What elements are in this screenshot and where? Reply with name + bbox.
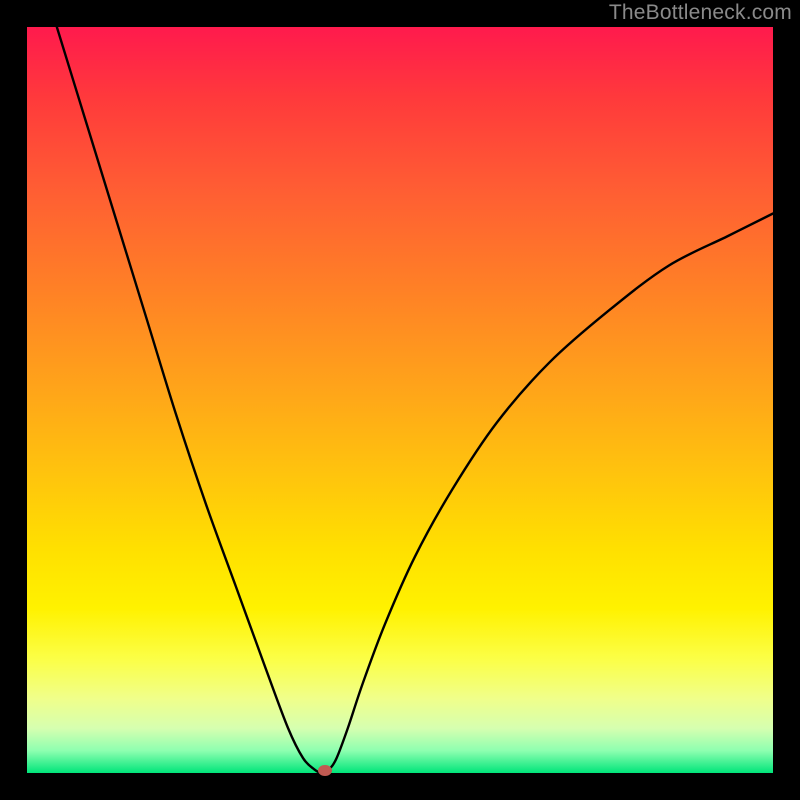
bottleneck-curve: [27, 27, 773, 773]
watermark-text: TheBottleneck.com: [609, 1, 792, 25]
optimum-marker: [318, 765, 332, 776]
chart-frame: TheBottleneck.com: [0, 0, 800, 800]
